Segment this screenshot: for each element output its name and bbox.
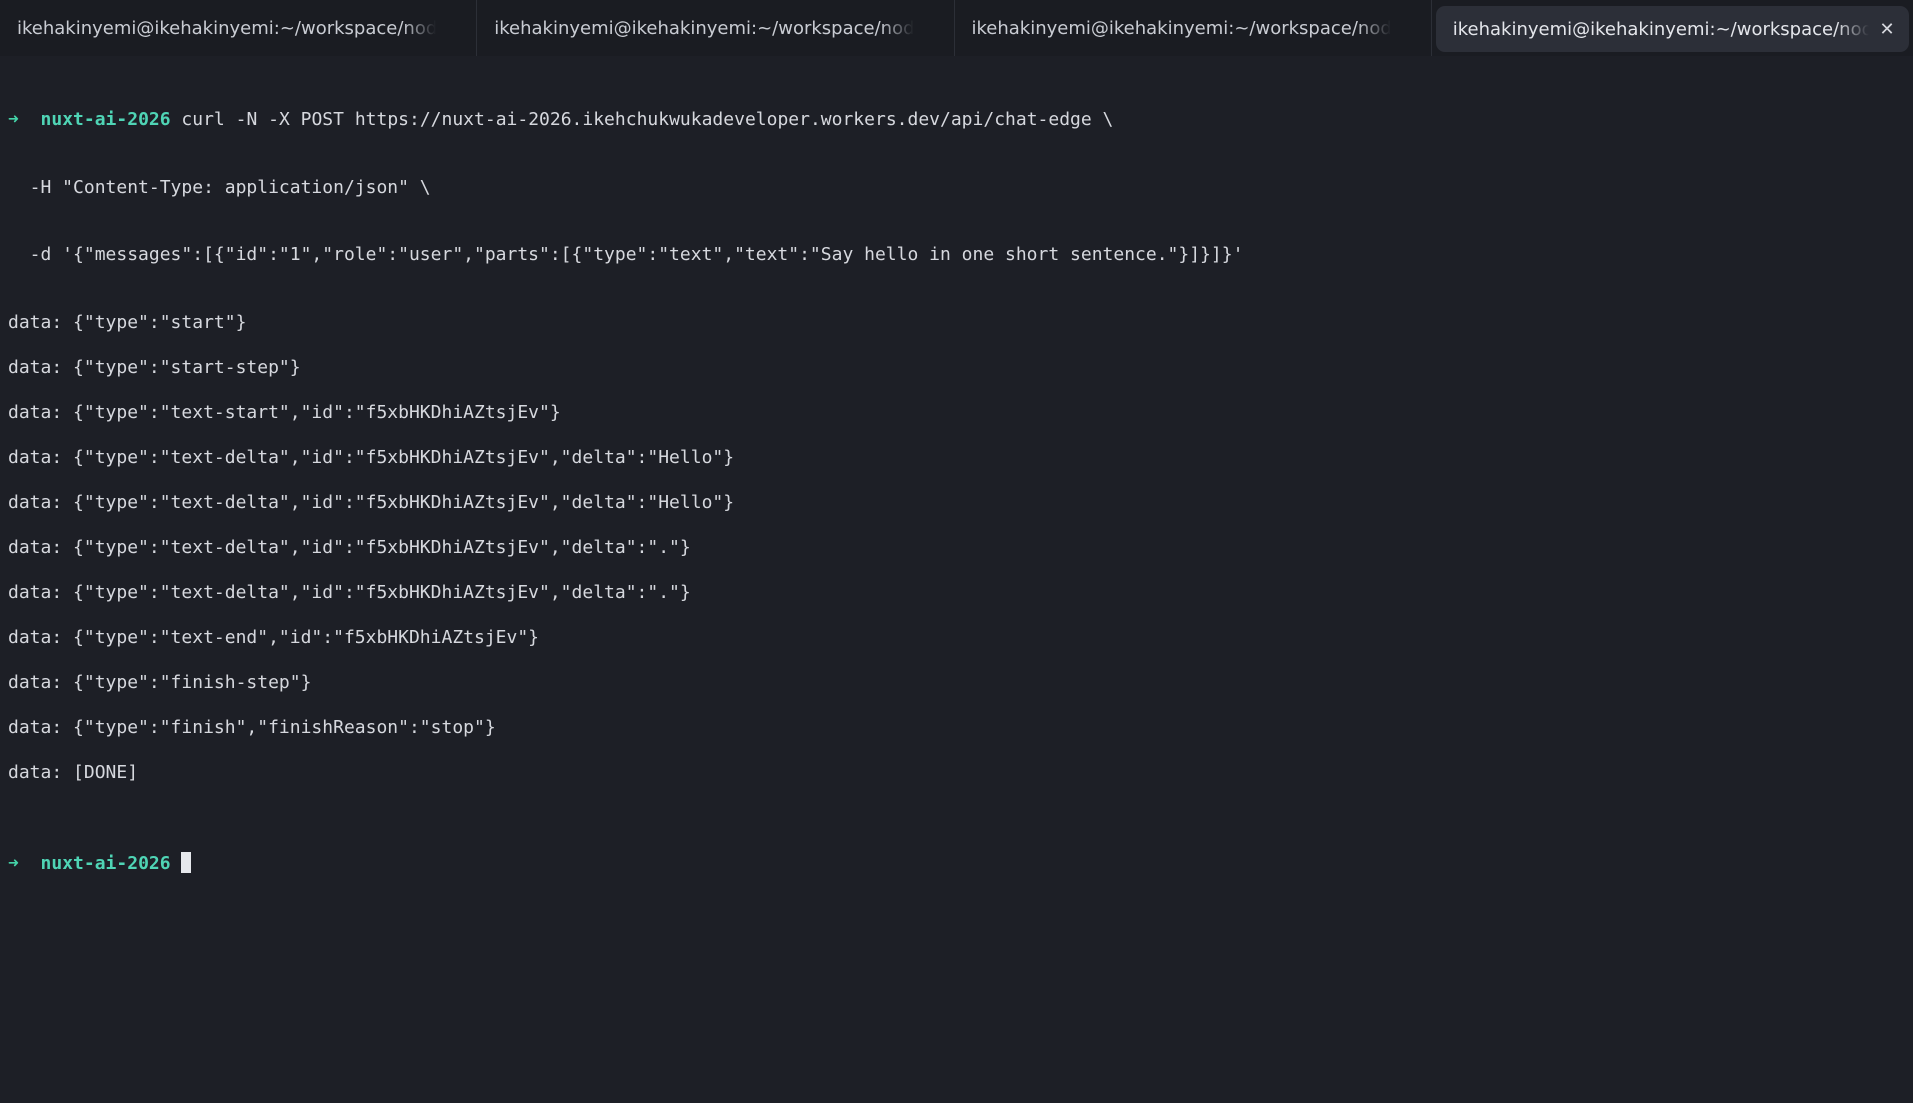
command-continuation: -H "Content-Type: application/json" \ — [8, 176, 431, 198]
command-continuation: -d '{"messages":[{"id":"1","role":"user"… — [8, 244, 1244, 265]
output-line: data: [DONE] — [8, 761, 139, 783]
stream-output: data: {"type":"start"} data: {"type":"sta… — [8, 312, 1905, 807]
tab-title: ikehakinyemi@ikehakinyemi:~/workspace/no… — [494, 17, 914, 39]
output-line: data: {"type":"text-delta","id":"f5xbHKD… — [8, 581, 691, 603]
output-line: data: {"type":"text-start","id":"f5xbHKD… — [8, 401, 561, 423]
prompt-arrow-icon: ➜ — [8, 852, 19, 874]
text-cursor — [181, 851, 192, 873]
output-line: data: {"type":"start-step"} — [8, 356, 301, 378]
tab-terminal-1[interactable]: ikehakinyemi@ikehakinyemi:~/workspace/no… — [0, 0, 478, 56]
terminal-output[interactable]: ➜ nuxt-ai-2026 curl -N -X POST https://n… — [8, 64, 1905, 897]
tab-title: ikehakinyemi@ikehakinyemi:~/workspace/no… — [971, 17, 1391, 39]
output-line: data: {"type":"finish","finishReason":"s… — [8, 716, 496, 738]
prompt-line: ➜ nuxt-ai-2026 — [8, 851, 1905, 875]
tab-terminal-4-active[interactable]: ikehakinyemi@ikehakinyemi:~/workspace/no… — [1435, 6, 1909, 52]
tab-bar: ikehakinyemi@ikehakinyemi:~/workspace/no… — [0, 0, 1913, 56]
output-line: data: {"type":"text-delta","id":"f5xbHKD… — [8, 446, 735, 468]
prompt-directory: nuxt-ai-2026 — [40, 109, 171, 130]
command-line: ➜ nuxt-ai-2026 curl -N -X POST https://n… — [8, 109, 1905, 132]
output-line: data: {"type":"start"} — [8, 311, 247, 333]
tab-terminal-3[interactable]: ikehakinyemi@ikehakinyemi:~/workspace/no… — [955, 0, 1432, 56]
prompt-directory: nuxt-ai-2026 — [40, 852, 171, 874]
command-text: curl -N -X POST https://nuxt-ai-2026.ike… — [181, 109, 1114, 130]
output-line: data: {"type":"finish-step"} — [8, 671, 312, 693]
tab-title: ikehakinyemi@ikehakinyemi:~/workspace/no… — [17, 17, 437, 39]
close-tab-icon[interactable]: ✕ — [1877, 19, 1897, 40]
output-line: data: {"type":"text-delta","id":"f5xbHKD… — [8, 491, 735, 513]
tab-title: ikehakinyemi@ikehakinyemi:~/workspace/no… — [1452, 18, 1869, 40]
output-line: data: {"type":"text-delta","id":"f5xbHKD… — [8, 536, 691, 558]
prompt-arrow-icon: ➜ — [8, 109, 19, 130]
output-line: data: {"type":"text-end","id":"f5xbHKDhi… — [8, 626, 540, 648]
tab-terminal-2[interactable]: ikehakinyemi@ikehakinyemi:~/workspace/no… — [477, 0, 955, 56]
